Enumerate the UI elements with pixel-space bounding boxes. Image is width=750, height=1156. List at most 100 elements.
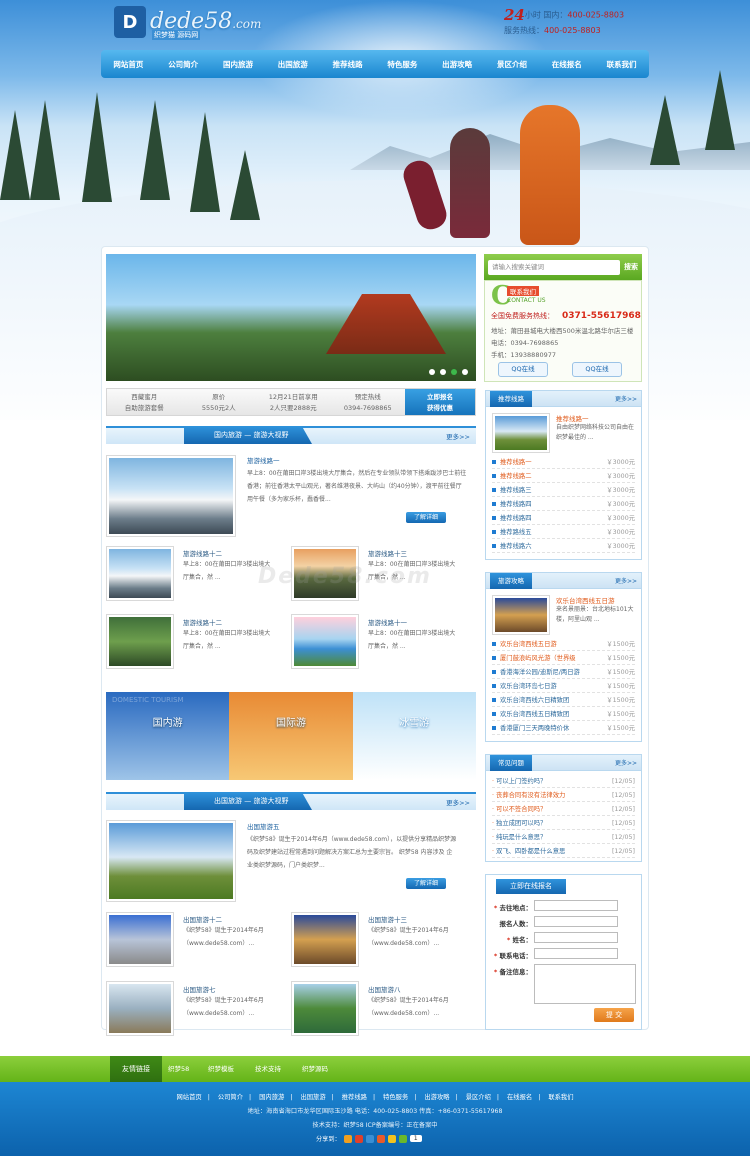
list-item[interactable]: 香港厦门三天两晚特价休 ￥1500元 <box>492 722 635 735</box>
nav-recommend[interactable]: 推荐线路 <box>333 59 363 70</box>
domestic-more-link[interactable]: 更多>> <box>446 431 470 441</box>
footer-link[interactable]: 出游攻略 <box>424 1094 449 1101</box>
list-item[interactable]: · 可以不签合同吗？ [12/05] <box>492 803 635 816</box>
featured-thumb[interactable] <box>106 455 236 537</box>
featured-title[interactable]: 出国旅游五 <box>247 821 280 831</box>
list-item[interactable]: 香港海洋公园/迪斯尼/两日游 ￥1500元 <box>492 666 635 679</box>
guide-more-link[interactable]: 更多>> <box>615 576 637 585</box>
thumb[interactable] <box>106 614 174 669</box>
share-icon[interactable] <box>398 1134 407 1143</box>
nav-service[interactable]: 特色服务 <box>387 59 417 70</box>
banner-ice[interactable]: 冰雪游 <box>352 692 476 780</box>
item-title[interactable]: 出国旅游八 <box>368 984 401 994</box>
footer-link[interactable]: 出国旅游 <box>300 1094 325 1101</box>
recommend-feat-title[interactable]: 推荐线路一 <box>556 413 589 423</box>
slider-dot[interactable] <box>462 369 468 375</box>
guide-feat-title[interactable]: 欢乐台湾西线五日游 <box>556 595 615 605</box>
recommend-thumb[interactable] <box>492 413 550 453</box>
name-field[interactable] <box>534 932 618 943</box>
thumb[interactable] <box>291 912 359 967</box>
phone-field[interactable] <box>534 948 618 959</box>
nav-guide[interactable]: 出游攻略 <box>442 59 472 70</box>
nav-signup[interactable]: 在线报名 <box>552 59 582 70</box>
friend-link[interactable]: 技术支持 <box>255 1056 281 1082</box>
list-item[interactable]: 欢乐台湾西线五日精致团 ￥1500元 <box>492 708 635 721</box>
friend-link[interactable]: 织梦源码 <box>302 1056 328 1082</box>
nav-domestic[interactable]: 国内旅游 <box>223 59 253 70</box>
share-icon[interactable] <box>387 1134 396 1143</box>
banner-international[interactable]: 国际游 <box>229 692 353 780</box>
list-item[interactable]: 推荐线路三 ￥3000元 <box>492 484 635 497</box>
footer-link[interactable]: 在线报名 <box>507 1094 532 1101</box>
domestic-tab[interactable]: 国内旅游 — 旅游大视野 <box>184 426 312 444</box>
share-icon[interactable] <box>365 1134 374 1143</box>
share-icon[interactable] <box>343 1134 352 1143</box>
item-title[interactable]: 出国旅游七 <box>183 984 216 994</box>
item-title[interactable]: 旅游线路十三 <box>368 548 407 558</box>
banner-domestic[interactable]: 国内游 DOMESTIC TOURISM <box>106 692 230 780</box>
list-item[interactable]: 欢乐台湾西线六日精致团 ￥1500元 <box>492 694 635 707</box>
footer-link[interactable]: 特色服务 <box>383 1094 408 1101</box>
share-icon[interactable] <box>354 1134 363 1143</box>
footer-link[interactable]: 公司简介 <box>218 1094 243 1101</box>
featured-thumb[interactable] <box>106 820 236 902</box>
abroad-more-link[interactable]: 更多>> <box>446 797 470 807</box>
search-button[interactable]: 搜索 <box>624 262 638 272</box>
list-item[interactable]: 厦门鼓浪屿风光游（世界级 ￥1500元 <box>492 652 635 665</box>
share-icon[interactable] <box>376 1134 385 1143</box>
list-item[interactable]: 推荐路线五 ￥3000元 <box>492 526 635 539</box>
friend-link[interactable]: 织梦模板 <box>208 1056 234 1082</box>
thumb[interactable] <box>106 981 174 1036</box>
slider-dot[interactable] <box>440 369 446 375</box>
list-item[interactable]: 推荐线路四 ￥3000元 <box>492 512 635 525</box>
featured-title[interactable]: 旅游线路一 <box>247 455 280 465</box>
item-title[interactable]: 旅游线路十一 <box>368 617 407 627</box>
nav-home[interactable]: 网站首页 <box>113 59 143 70</box>
list-item[interactable]: 推荐线路一 ￥3000元 <box>492 456 635 469</box>
list-item[interactable]: 推荐线路四 ￥3000元 <box>492 498 635 511</box>
nav-abroad[interactable]: 出国旅游 <box>278 59 308 70</box>
list-item[interactable]: 推荐线路二 ￥3000元 <box>492 470 635 483</box>
qq-online-button[interactable]: QQ在线 <box>572 362 622 377</box>
guide-thumb[interactable] <box>492 595 550 635</box>
item-title[interactable]: 旅游线路十二 <box>183 548 222 558</box>
item-title[interactable]: 出国旅游十二 <box>183 914 222 924</box>
slider-dot-active[interactable] <box>451 369 457 375</box>
note-textarea[interactable] <box>534 964 636 1004</box>
signup-cta-button[interactable]: 立即报名 获得优惠 <box>405 389 475 415</box>
thumb[interactable] <box>291 981 359 1036</box>
slider-dot[interactable] <box>429 369 435 375</box>
footer-link[interactable]: 网站首页 <box>177 1094 202 1101</box>
footer-link[interactable]: 联系我们 <box>548 1094 573 1101</box>
site-logo[interactable]: D dede58.com 织梦猫 源码网 <box>114 6 261 40</box>
list-item[interactable]: · 双飞、四卧都是什么意思 [12/05] <box>492 845 635 858</box>
submit-button[interactable]: 提 交 <box>594 1008 634 1022</box>
list-item[interactable]: 欢乐台湾环岛七日游 ￥1500元 <box>492 680 635 693</box>
abroad-tab[interactable]: 出国旅游 — 旅游大视野 <box>184 792 312 810</box>
recommend-more-link[interactable]: 更多>> <box>615 394 637 403</box>
detail-button[interactable]: 了解详细 <box>406 878 446 889</box>
item-title[interactable]: 出国旅游十三 <box>368 914 407 924</box>
qq-online-button[interactable]: QQ在线 <box>498 362 548 377</box>
list-item[interactable]: · 可以上门签约吗？ [12/05] <box>492 775 635 788</box>
list-item[interactable]: · 纯玩是什么意思？ [12/05] <box>492 831 635 844</box>
thumb[interactable] <box>291 614 359 669</box>
thumb[interactable] <box>106 546 174 601</box>
faq-more-link[interactable]: 更多>> <box>615 758 637 767</box>
search-input[interactable]: 请输入搜索关键词 <box>488 259 620 275</box>
friend-link[interactable]: 织梦58 <box>168 1056 189 1082</box>
footer-link[interactable]: 景区介绍 <box>466 1094 491 1101</box>
nav-about[interactable]: 公司简介 <box>168 59 198 70</box>
footer-link[interactable]: 推荐线路 <box>342 1094 367 1101</box>
list-item[interactable]: 推荐线路六 ￥3000元 <box>492 540 635 553</box>
count-field[interactable] <box>534 916 618 927</box>
item-title[interactable]: 旅游线路十二 <box>183 617 222 627</box>
thumb[interactable] <box>106 912 174 967</box>
detail-button[interactable]: 了解详细 <box>406 512 446 523</box>
list-item[interactable]: 欢乐台湾西线五日游 ￥1500元 <box>492 638 635 651</box>
nav-scenic[interactable]: 景区介绍 <box>497 59 527 70</box>
nav-contact[interactable]: 联系我们 <box>607 59 637 70</box>
list-item[interactable]: · 独立成团可以吗？ [12/05] <box>492 817 635 830</box>
list-item[interactable]: · 丧葬合同有没有法律效力 [12/05] <box>492 789 635 802</box>
dest-field[interactable] <box>534 900 618 911</box>
